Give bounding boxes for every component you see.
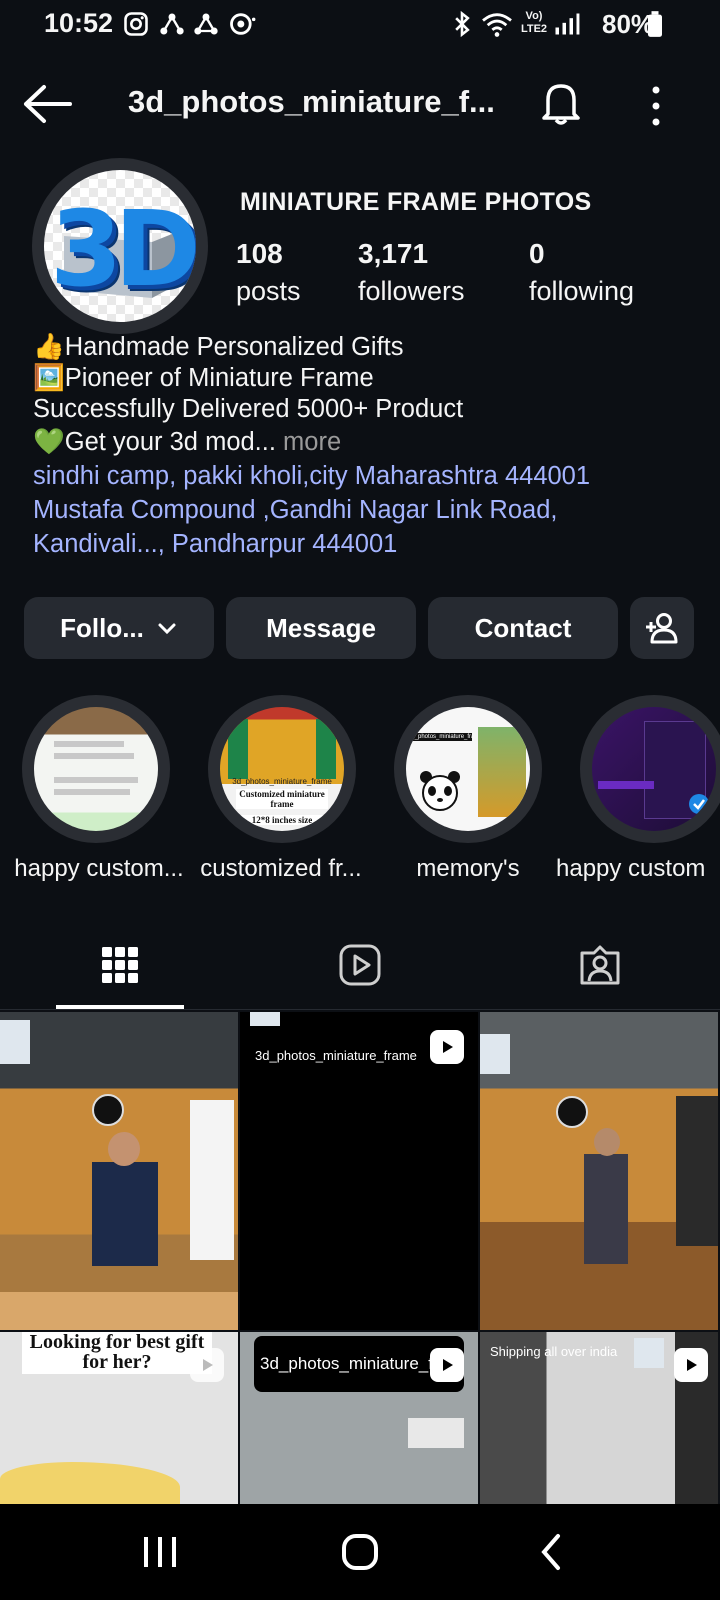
- network-label: Vo) LTE2: [520, 10, 548, 35]
- panda-sticker-icon: [420, 771, 460, 811]
- address-line[interactable]: Mustafa Compound ,Gandhi Nagar Link Road…: [33, 496, 557, 525]
- message-button[interactable]: Message: [226, 597, 416, 659]
- contact-button-label: Contact: [474, 612, 572, 643]
- play-icon: [443, 1359, 453, 1371]
- following-button-label: Follo...: [60, 612, 144, 643]
- following-label[interactable]: following: [529, 276, 634, 307]
- play-icon: [203, 1359, 213, 1371]
- options-button[interactable]: [638, 84, 674, 128]
- recent-apps-button[interactable]: [120, 1520, 200, 1584]
- chevron-left-icon: [541, 1534, 560, 1570]
- highlight-image-text: 3d_photos_miniature_frame: [232, 777, 332, 786]
- chat-notification-icon: [230, 13, 256, 35]
- bluetooth-icon: [455, 10, 470, 38]
- back-arrow-icon: [24, 85, 72, 123]
- post-thumbnail[interactable]: Shipping all over india: [480, 1332, 718, 1504]
- bio-more-link[interactable]: more: [283, 428, 341, 456]
- divider: [0, 1009, 720, 1010]
- bio-line: 💚Get your 3d mod...: [33, 428, 276, 456]
- contact-button[interactable]: Contact: [428, 597, 618, 659]
- highlight-label[interactable]: memory's: [380, 855, 556, 883]
- tagged-person-icon: [580, 945, 620, 985]
- notifications-button[interactable]: [536, 78, 586, 128]
- status-time: 10:52: [44, 8, 114, 38]
- followers-label[interactable]: followers: [358, 276, 465, 307]
- avatar-image: 3D: [44, 170, 196, 322]
- posts-label: posts: [236, 276, 301, 306]
- reel-indicator: [674, 1348, 708, 1382]
- posts-count: 108: [236, 238, 283, 269]
- address-line[interactable]: sindhi camp, pakki kholi,city Maharashtr…: [33, 462, 590, 491]
- instagram-notification-icon: [124, 12, 148, 36]
- recent-apps-icon: [144, 1537, 176, 1567]
- tab-posts-grid[interactable]: [0, 925, 240, 1005]
- battery-icon: [648, 11, 662, 37]
- highlight-image-text: Customized miniature frame: [236, 789, 328, 809]
- highlight-image-text: 3d_photos_miniature_frame: [406, 733, 472, 741]
- post-thumbnail[interactable]: 3d_photos_miniature_fr...: [240, 1332, 478, 1504]
- post-overlay-text: 3d_photos_miniature_frame: [255, 1048, 417, 1063]
- followers-count[interactable]: 3,171: [358, 238, 428, 270]
- bio-line: Successfully Delivered 5000+ Product: [33, 395, 464, 423]
- bio-line: 🖼️Pioneer of Miniature Frame: [33, 364, 374, 392]
- post-thumbnail[interactable]: 3d_photos_miniature_frame: [240, 1012, 478, 1330]
- highlight-thumbnail: 3d_photos_miniature_frame: [406, 707, 530, 831]
- bio-line-truncated: 💚Get your 3d mod... more: [33, 427, 341, 457]
- reel-indicator: [430, 1030, 464, 1064]
- grid-icon: [102, 947, 138, 983]
- avatar-logo-text: 3D: [50, 188, 196, 310]
- back-button[interactable]: [22, 82, 74, 126]
- post-thumbnail[interactable]: [480, 1012, 718, 1330]
- add-person-icon: [646, 613, 678, 644]
- bio-line: 👍Handmade Personalized Gifts: [33, 333, 404, 361]
- post-thumbnail[interactable]: [0, 1012, 238, 1330]
- more-vertical-icon: [652, 86, 660, 126]
- signal-icon: [555, 13, 580, 35]
- chevron-down-icon: [158, 623, 176, 635]
- tab-tagged[interactable]: [480, 925, 720, 1005]
- highlight-thumbnail: [34, 707, 158, 831]
- profile-username: 3d_photos_miniature_f...: [128, 84, 495, 119]
- app-notification-icon: [194, 13, 218, 35]
- back-nav-button[interactable]: [512, 1520, 592, 1584]
- status-bar: 10:52 Vo) LTE2 80%: [0, 0, 720, 52]
- bell-icon: [542, 84, 580, 125]
- verified-check-icon: [689, 794, 709, 814]
- address-line[interactable]: Kandivali..., Pandharpur 444001: [33, 530, 397, 559]
- post-overlay-text: Looking for best gift for her?: [22, 1332, 212, 1374]
- reels-play-icon: [339, 944, 381, 986]
- home-icon: [342, 1534, 378, 1570]
- post-thumbnail[interactable]: Looking for best gift for her?: [0, 1332, 238, 1504]
- play-icon: [687, 1359, 697, 1371]
- threads-notification-icon: [160, 13, 184, 35]
- system-navigation-bar: [0, 1504, 720, 1600]
- reel-indicator: [430, 1348, 464, 1382]
- highlight-thumbnail: [592, 707, 716, 831]
- display-name: MINIATURE FRAME PHOTOS: [240, 188, 592, 216]
- play-icon: [443, 1041, 453, 1053]
- highlight-image-text: 12*8 inches size: [238, 815, 326, 825]
- following-dropdown-button[interactable]: Follo...: [24, 597, 214, 659]
- post-overlay-text: 3d_photos_miniature_fr...: [260, 1354, 440, 1373]
- home-button[interactable]: [320, 1520, 400, 1584]
- highlight-label[interactable]: happy custom: [556, 855, 720, 883]
- wifi-icon: [482, 13, 512, 37]
- message-button-label: Message: [266, 612, 376, 643]
- highlight-label[interactable]: customized fr...: [186, 855, 376, 883]
- suggested-users-button[interactable]: [630, 597, 694, 659]
- following-count[interactable]: 0: [529, 238, 545, 270]
- reel-indicator: [190, 1348, 224, 1382]
- tab-reels[interactable]: [240, 925, 480, 1005]
- highlight-thumbnail: 3d_photos_miniature_frame Customized min…: [220, 707, 344, 831]
- highlight-label[interactable]: happy custom...: [4, 855, 194, 883]
- post-overlay-text: Shipping all over india: [490, 1344, 618, 1359]
